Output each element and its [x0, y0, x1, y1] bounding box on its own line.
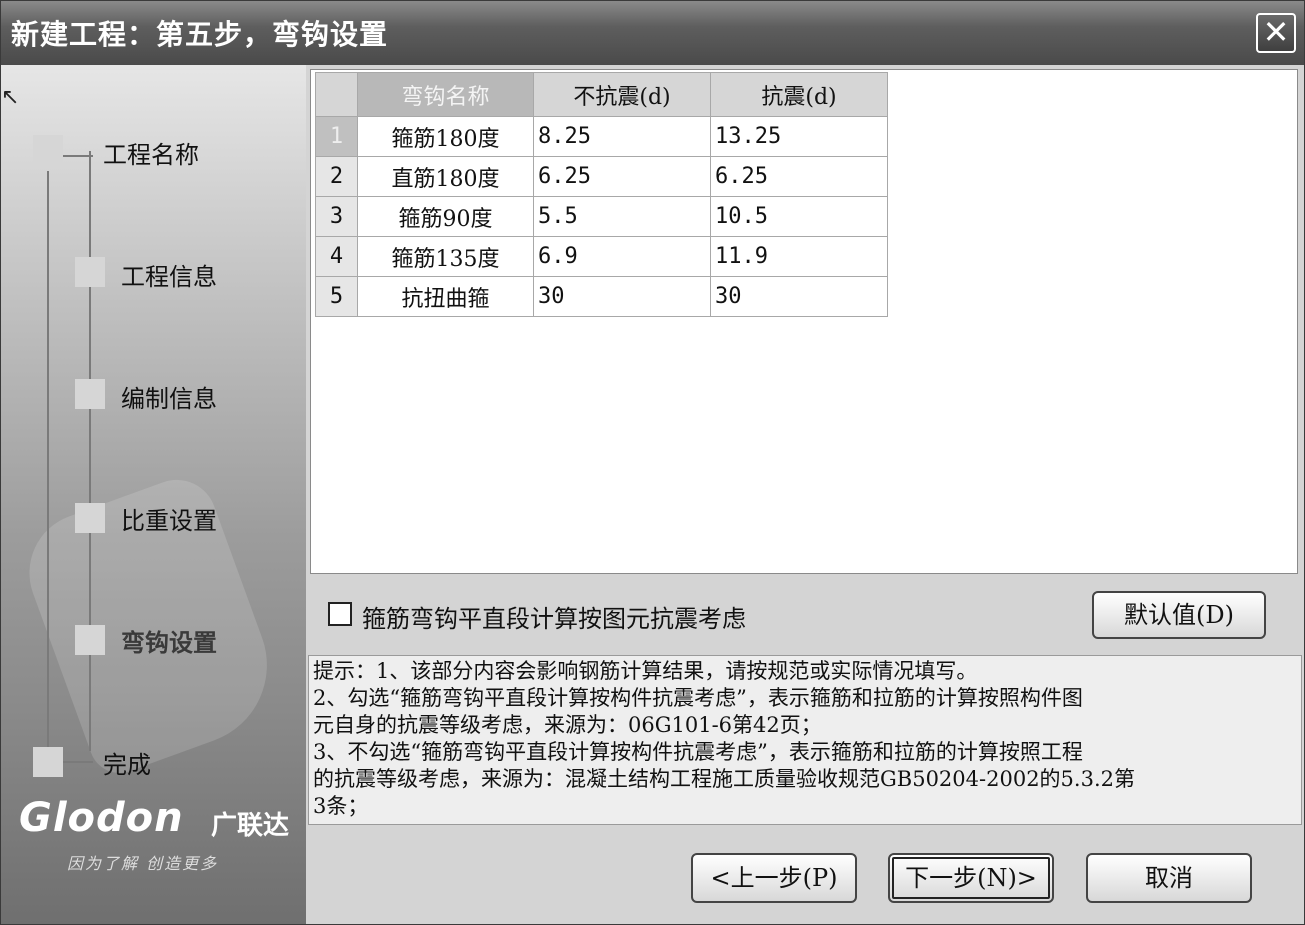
glodon-logo-cn: 广联达 — [211, 811, 290, 841]
row-number[interactable]: 1 — [315, 116, 358, 157]
col-header-seismic[interactable]: 抗震(d) — [710, 72, 888, 117]
hook-table-panel: 弯钩名称 不抗震(d) 抗震(d) 1 箍筋180度 8.25 13.25 2 … — [310, 69, 1298, 574]
step-marker-hook — [75, 625, 105, 655]
cell-non-seismic[interactable]: 6.9 — [533, 236, 711, 277]
hint-line: 的抗震等级考虑，来源为：混凝土结构工程施工质量验收规范GB50204-2002的… — [313, 767, 1135, 791]
table-header-row: 弯钩名称 不抗震(d) 抗震(d) — [315, 72, 888, 117]
cell-non-seismic[interactable]: 5.5 — [533, 196, 711, 237]
table-row[interactable]: 3 箍筋90度 5.5 10.5 — [315, 196, 888, 237]
cell-seismic[interactable]: 10.5 — [710, 196, 888, 237]
default-values-button[interactable]: 默认值(D) — [1092, 591, 1266, 639]
options-row: 箍筋弯钩平直段计算按图元抗震考虑 默认值(D) — [306, 577, 1304, 647]
tree-connector — [63, 761, 93, 763]
table-row[interactable]: 2 直筋180度 6.25 6.25 — [315, 156, 888, 197]
cell-hook-name[interactable]: 抗扭曲箍 — [357, 276, 534, 317]
cell-seismic[interactable]: 11.9 — [710, 236, 888, 277]
cell-hook-name[interactable]: 直筋180度 — [357, 156, 534, 197]
row-number[interactable]: 2 — [315, 156, 358, 197]
step-project-name[interactable]: 工程名称 — [103, 135, 199, 170]
previous-step-button[interactable]: <上一步(P) — [691, 853, 857, 903]
title-bar[interactable]: 新建工程：第五步，弯钩设置 ✕ — [1, 1, 1304, 65]
wizard-footer: <上一步(P) 下一步(N)> 取消 — [306, 835, 1304, 924]
table-corner[interactable] — [315, 72, 358, 117]
tree-line-inner — [89, 151, 91, 751]
hint-line: 3、不勾选“箍筋弯钩平直段计算按构件抗震考虑”，表示箍筋和拉筋的计算按照工程 — [313, 740, 1083, 764]
cell-hook-name[interactable]: 箍筋90度 — [357, 196, 534, 237]
step-hook-settings[interactable]: 弯钩设置 — [121, 623, 217, 658]
glodon-logo: Glodon — [19, 795, 184, 841]
cell-hook-name[interactable]: 箍筋135度 — [357, 236, 534, 277]
step-marker-finish — [33, 747, 63, 777]
cell-non-seismic[interactable]: 8.25 — [533, 116, 711, 157]
step-marker-compile-info — [75, 379, 105, 409]
step-finish[interactable]: 完成 — [103, 745, 151, 780]
cell-seismic[interactable]: 6.25 — [710, 156, 888, 197]
hint-line: 提示：1、该部分内容会影响钢筋计算结果，请按规范或实际情况填写。 — [313, 659, 978, 683]
cancel-button[interactable]: 取消 — [1086, 853, 1252, 903]
tree-connector — [63, 155, 93, 157]
logo-slogan: 因为了解 创造更多 — [67, 854, 219, 873]
hint-text-box: 提示：1、该部分内容会影响钢筋计算结果，请按规范或实际情况填写。 2、勾选“箍筋… — [308, 655, 1302, 825]
close-icon[interactable]: ✕ — [1256, 13, 1296, 53]
col-header-non-seismic[interactable]: 不抗震(d) — [533, 72, 711, 117]
cell-seismic[interactable]: 30 — [710, 276, 888, 317]
cell-hook-name[interactable]: 箍筋180度 — [357, 116, 534, 157]
step-density-settings[interactable]: 比重设置 — [121, 501, 217, 536]
hint-line: 3条； — [313, 794, 369, 818]
row-number[interactable]: 3 — [315, 196, 358, 237]
table-row[interactable]: 4 箍筋135度 6.9 11.9 — [315, 236, 888, 277]
step-marker-project-name — [33, 135, 63, 165]
wizard-window: 新建工程：第五步，弯钩设置 ✕ ↖ 工程名称 工程信息 编制信息 比重设置 弯钩… — [0, 0, 1305, 925]
table-row[interactable]: 5 抗扭曲箍 30 30 — [315, 276, 888, 317]
hint-line: 元自身的抗震等级考虑，来源为：06G101-6第42页； — [313, 713, 822, 737]
row-number[interactable]: 4 — [315, 236, 358, 277]
step-project-info[interactable]: 工程信息 — [121, 257, 217, 292]
cell-non-seismic[interactable]: 30 — [533, 276, 711, 317]
window-title: 新建工程：第五步，弯钩设置 — [11, 18, 389, 51]
main-panel: 弯钩名称 不抗震(d) 抗震(d) 1 箍筋180度 8.25 13.25 2 … — [306, 65, 1304, 924]
seismic-hook-checkbox[interactable] — [328, 602, 352, 626]
hint-line: 2、勾选“箍筋弯钩平直段计算按构件抗震考虑”，表示箍筋和拉筋的计算按照构件图 — [313, 686, 1083, 710]
cell-seismic[interactable]: 13.25 — [710, 116, 888, 157]
seismic-hook-checkbox-label[interactable]: 箍筋弯钩平直段计算按图元抗震考虑 — [362, 599, 746, 634]
table-row[interactable]: 1 箍筋180度 8.25 13.25 — [315, 116, 888, 157]
step-marker-project-info — [75, 257, 105, 287]
hook-table: 弯钩名称 不抗震(d) 抗震(d) 1 箍筋180度 8.25 13.25 2 … — [315, 72, 888, 317]
step-sidebar: ↖ 工程名称 工程信息 编制信息 比重设置 弯钩设置 完成 Glodon 广联达… — [1, 65, 306, 924]
tree-line — [47, 171, 49, 759]
step-marker-density — [75, 503, 105, 533]
cell-non-seismic[interactable]: 6.25 — [533, 156, 711, 197]
next-step-button[interactable]: 下一步(N)> — [888, 853, 1054, 903]
col-header-hook-name[interactable]: 弯钩名称 — [357, 72, 534, 117]
cursor-icon: ↖ — [1, 85, 20, 110]
row-number[interactable]: 5 — [315, 276, 358, 317]
step-compile-info[interactable]: 编制信息 — [121, 379, 217, 414]
